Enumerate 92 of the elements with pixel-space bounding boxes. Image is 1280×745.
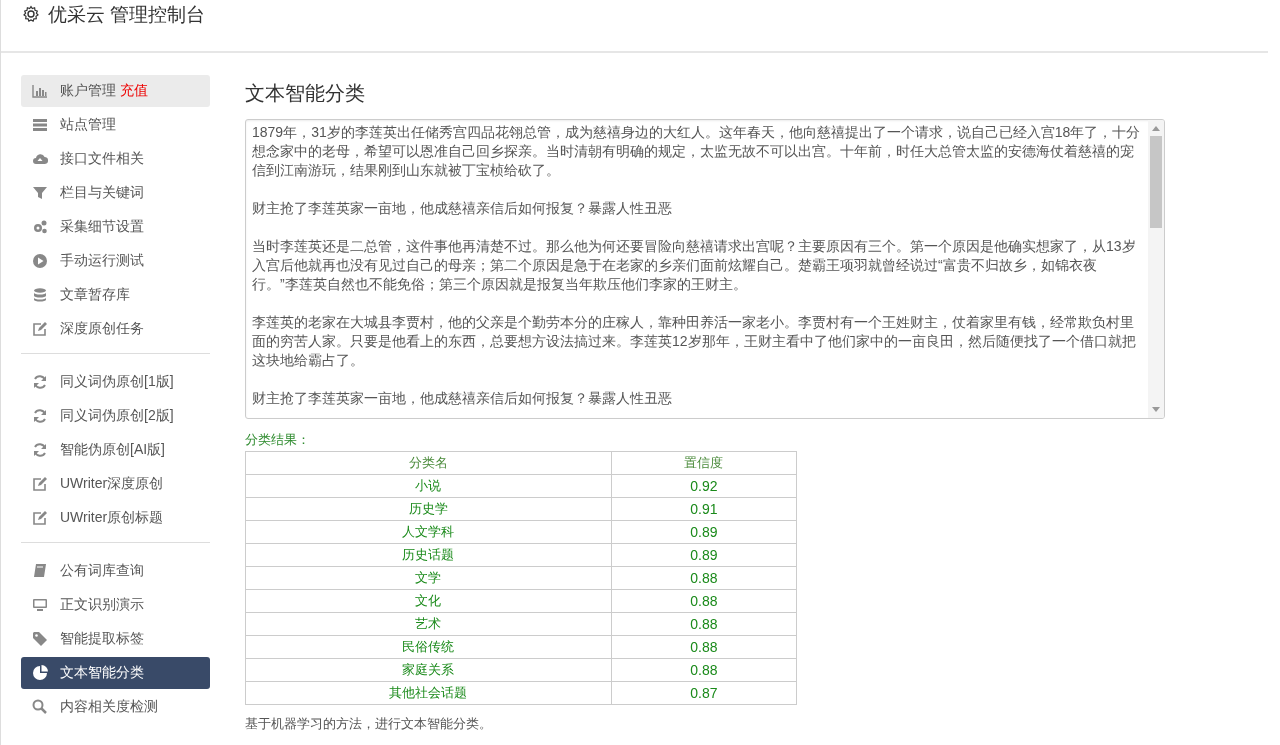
settings-icon [22,5,40,23]
menu-icon [32,185,48,201]
sidebar-item[interactable]: 账户管理 充值 [21,75,210,107]
item-label: 正文识别演示 [60,596,144,614]
menu-icon [32,253,48,269]
item-label: 公有词库查询 [60,562,144,580]
table-cell: 0.89 [611,543,797,567]
item-label: 文章暂存库 [60,286,130,304]
sidebar-item[interactable]: 深度原创任务 [21,313,210,345]
table-cell: 家庭关系 [245,658,612,682]
menu-icon [32,151,48,167]
item-label: UWriter原创标题 [60,509,164,527]
sidebar-item[interactable]: UWriter深度原创 [21,468,210,500]
item-label: UWriter深度原创 [60,475,164,493]
sidebar-item[interactable]: 采集细节设置 [21,211,210,243]
table-cell: 0.92 [611,474,797,498]
sidebar-item[interactable]: 智能伪原创[AI版] [21,434,210,466]
menu-icon [32,597,48,613]
paragraph: 1879年，31岁的李莲英出任储秀宫四品花翎总管，成为慈禧身边的大红人。这年春天，他向慈禧提出了一个请求，说自己已经入宫18年了，十分想念家中的老母，希望可以恩准自己回乡探亲。当时清朝有明确的规定，太监无故不可以出宫。十年前，时任大总管太监的安德海仗着慈禧的宠信到江南游玩，结果刚到山东就被丁宝桢给砍了。 [252,123,1142,180]
item-label: 文本智能分类 [60,664,144,682]
table-cell: 历史话题 [245,543,612,567]
menu-icon [32,374,48,390]
item-label: 接口文件相关 [60,150,144,168]
app-title: 优采云 管理控制台 [48,3,206,27]
paragraph: 李莲英的老家在大城县李贾村，他的父亲是个勤劳本分的庄稼人，靠种田养活一家老小。李贾村有一个王姓财主，仗着家里有钱，经常欺负村里面的穷苦人家。只要是他看上的东西，总要想方设法搞过来。李莲英12岁那年，王财主看中了他们家中的一亩良田，然后随便找了一个借口就把这块地给霸占了。 [252,313,1137,370]
item-label: 深度原创任务 [60,320,144,338]
menu-icon [32,510,48,526]
table-cell: 0.88 [611,589,797,613]
column-header: 置信度 [611,451,797,475]
menu-icon [32,476,48,492]
column-header: 分类名 [245,451,612,475]
sidebar-item[interactable]: 同义词伪原创[1版] [21,366,210,398]
sidebar-item[interactable]: 同义词伪原创[2版] [21,400,210,432]
sidebar-item[interactable]: 智能提取标签 [21,623,210,655]
menu-icon [32,117,48,133]
result-label: 分类结果： [245,431,311,449]
menu-icon [32,408,48,424]
item-label: 栏目与关键词 [60,184,144,202]
item-label: 智能提取标签 [60,630,144,648]
item-label: 手动运行测试 [60,252,144,270]
item-label: 智能伪原创[AI版] [60,441,165,459]
table-cell: 0.88 [611,658,797,682]
table-cell: 历史学 [245,497,612,521]
paragraph: 当时李莲英还是二总管，这件事他再清楚不过。那么他为何还要冒险向慈禧请求出宫呢？主要原因有三个。第一个原因是他确实想家了，从13岁入宫后他就再也没有见过自己的母亲；第二个原因是急于在老家的乡亲们面前炫耀自己。楚霸王项羽就曾经说过“富贵不归故乡，如锦衣夜行。”李莲英自然也不能免俗；第三个原因就是报复当年欺压他们李家的王财主。 [252,237,1137,294]
table-cell: 0.89 [611,520,797,544]
recharge-link[interactable]: 充值 [120,82,148,100]
sidebar-item[interactable]: 栏目与关键词 [21,177,210,209]
table-cell: 其他社会话题 [245,681,612,705]
menu-icon [32,699,48,715]
sidebar-item[interactable]: 接口文件相关 [21,143,210,175]
item-label: 内容相关度检测 [60,698,158,716]
item-label: 站点管理 [60,116,116,134]
table-cell: 0.87 [611,681,797,705]
menu-icon [32,287,48,303]
page-title: 文本智能分类 [245,81,366,106]
sidebar-item[interactable]: UWriter原创标题 [21,502,210,534]
menu-icon [32,631,48,647]
description-text: 基于机器学习的方法，进行文本智能分类。 [245,715,493,733]
menu-icon [32,442,48,458]
scroll-down-icon[interactable] [1152,407,1160,413]
text-input[interactable] [245,119,1165,419]
paragraph: 财主抢了李莲英家一亩地，他成慈禧亲信后如何报复？暴露人性丑恶 [252,199,673,218]
table-cell: 0.88 [611,635,797,659]
sidebar-item[interactable]: 文本智能分类 [21,657,210,689]
item-label: 同义词伪原创[1版] [60,373,174,391]
sidebar-item[interactable]: 站点管理 [21,109,210,141]
scroll-thumb[interactable] [1150,136,1162,228]
table-cell: 0.88 [611,612,797,636]
sidebar-item[interactable]: 公有词库查询 [21,555,210,587]
menu-icon [32,83,48,99]
item-label: 同义词伪原创[2版] [60,407,174,425]
sidebar-item[interactable]: 内容相关度检测 [21,691,210,723]
table-cell: 0.91 [611,497,797,521]
menu-icon [32,321,48,337]
menu-icon [32,563,48,579]
menu-icon [32,665,48,681]
table-cell: 人文学科 [245,520,612,544]
table-cell: 民俗传统 [245,635,612,659]
scrollbar[interactable] [1148,120,1164,418]
table-cell: 文化 [245,589,612,613]
menu-icon [32,219,48,235]
sidebar-item[interactable]: 文章暂存库 [21,279,210,311]
sidebar-item[interactable]: 正文识别演示 [21,589,210,621]
paragraph: 财主抢了李莲英家一亩地，他成慈禧亲信后如何报复？暴露人性丑恶 [252,389,673,408]
sidebar-item[interactable]: 手动运行测试 [21,245,210,277]
item-label: 采集细节设置 [60,218,144,236]
table-cell: 文学 [245,566,612,590]
table-cell: 0.88 [611,566,797,590]
table-cell: 艺术 [245,612,612,636]
scroll-up-icon[interactable] [1152,125,1160,131]
table-cell: 小说 [245,474,612,498]
item-label: 账户管理 [60,82,116,100]
